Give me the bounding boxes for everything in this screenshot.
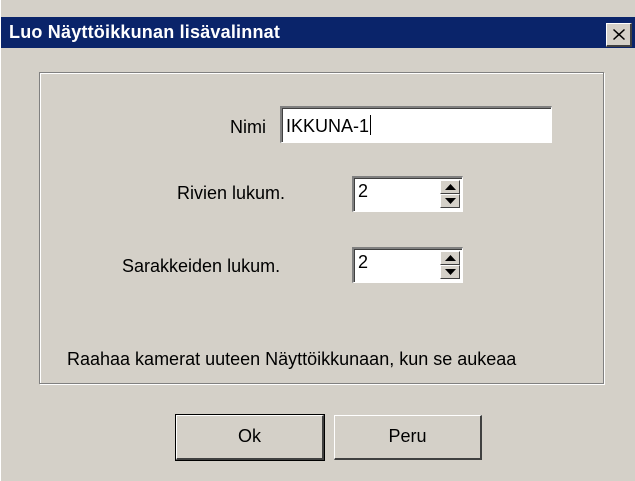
close-button[interactable] [606, 23, 632, 47]
cancel-button[interactable]: Peru [334, 415, 482, 460]
rows-spin-buttons[interactable] [440, 180, 460, 208]
drag-hint-text: Raahaa kamerat uuteen Näyttöikkunaan, ku… [67, 349, 517, 369]
down-arrow-icon [445, 269, 456, 275]
rows-increment-button[interactable] [440, 180, 460, 194]
ok-button[interactable]: Ok [175, 414, 325, 461]
rows-label: Rivien lukum. [177, 183, 286, 203]
text-caret [370, 115, 372, 135]
rows-spinner[interactable]: 2 [352, 176, 463, 212]
close-icon [613, 29, 625, 40]
title-bar[interactable]: Luo Näyttöikkunan lisävalinnat [1, 17, 635, 48]
cols-decrement-button[interactable] [440, 265, 460, 279]
cols-value: 2 [358, 252, 369, 272]
name-value: IKKUNA-1 [286, 116, 370, 136]
cols-spinner[interactable]: 2 [352, 247, 463, 283]
name-label: Nimi [230, 117, 266, 137]
dialog-window: Luo Näyttöikkunan lisävalinnat Nimi IKKU… [0, 0, 635, 481]
rows-decrement-button[interactable] [440, 194, 460, 208]
cols-increment-button[interactable] [440, 251, 460, 265]
up-arrow-icon [445, 255, 456, 261]
up-arrow-icon [445, 184, 456, 190]
dialog-title: Luo Näyttöikkunan lisävalinnat [9, 22, 281, 42]
rows-value: 2 [358, 181, 369, 201]
name-input[interactable]: IKKUNA-1 [280, 106, 552, 143]
cols-spin-buttons[interactable] [440, 251, 460, 279]
down-arrow-icon [445, 198, 456, 204]
cols-label: Sarakkeiden lukum. [122, 256, 281, 276]
